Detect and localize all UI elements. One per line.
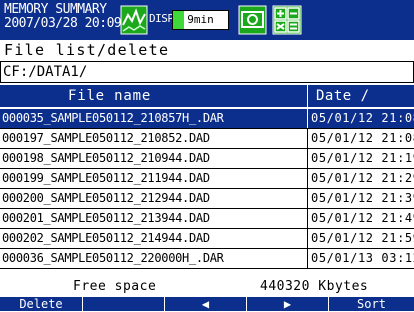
file-name: 000198_SAMPLE050112_210944.DAD bbox=[2, 151, 210, 165]
free-space-label: Free space bbox=[73, 279, 157, 294]
file-name: 000202_SAMPLE050112_214944.DAD bbox=[2, 231, 210, 245]
display-mode-icon[interactable] bbox=[120, 5, 148, 35]
file-date: 05/01/12 21:49 bbox=[311, 211, 414, 225]
memory-remaining-bar: 9min bbox=[172, 10, 229, 30]
column-divider bbox=[307, 169, 308, 188]
column-divider bbox=[307, 85, 308, 107]
status-header: MEMORY SUMMARY 2007/03/28 20:09:25 DISP … bbox=[0, 0, 414, 40]
free-space-value: 440320 Kbytes bbox=[260, 279, 369, 294]
remaining-time: 9min bbox=[187, 13, 214, 26]
file-row[interactable]: 000036_SAMPLE050112_220000H_.DAR 05/01/13… bbox=[0, 249, 414, 269]
file-date: 05/01/13 03:12 bbox=[311, 251, 414, 265]
file-row[interactable]: 000197_SAMPLE050112_210852.DAD 05/01/12 2… bbox=[0, 129, 414, 149]
column-divider bbox=[307, 209, 308, 228]
file-name: 000036_SAMPLE050112_220000H_.DAR bbox=[2, 251, 224, 265]
file-date: 05/01/12 21:39 bbox=[311, 191, 414, 205]
file-row[interactable]: 000199_SAMPLE050112_211944.DAD 05/01/12 2… bbox=[0, 169, 414, 189]
column-divider bbox=[307, 129, 308, 148]
file-date: 05/01/12 21:19 bbox=[311, 151, 414, 165]
column-divider bbox=[307, 149, 308, 168]
column-divider bbox=[307, 229, 308, 248]
file-date: 05/01/12 21:59 bbox=[311, 231, 414, 245]
file-list: 000035_SAMPLE050112_210857H_.DAR 05/01/12… bbox=[0, 109, 414, 269]
softkey-bar: Delete ◀ ▶ Sort bbox=[0, 297, 414, 311]
column-file-name: File name bbox=[68, 88, 152, 104]
delete-softkey[interactable]: Delete bbox=[0, 297, 82, 311]
file-name: 000197_SAMPLE050112_210852.DAD bbox=[2, 131, 210, 145]
file-row[interactable]: 000202_SAMPLE050112_214944.DAD 05/01/12 2… bbox=[0, 229, 414, 249]
disp-label: DISP bbox=[149, 12, 174, 25]
calculator-icon[interactable] bbox=[272, 5, 302, 35]
file-row[interactable]: 000200_SAMPLE050112_212944.DAD 05/01/12 2… bbox=[0, 189, 414, 209]
file-row[interactable]: 000035_SAMPLE050112_210857H_.DAR 05/01/12… bbox=[0, 109, 414, 129]
column-divider bbox=[307, 109, 308, 128]
column-divider bbox=[307, 189, 308, 208]
file-date: 05/01/12 21:08 bbox=[311, 131, 414, 145]
next-page-softkey[interactable]: ▶ bbox=[246, 297, 328, 311]
column-divider bbox=[307, 249, 308, 268]
file-name: 000199_SAMPLE050112_211944.DAD bbox=[2, 171, 210, 185]
current-path: CF:/DATA1/ bbox=[0, 61, 414, 83]
sort-softkey[interactable]: Sort bbox=[328, 297, 414, 311]
file-name: 000201_SAMPLE050112_213944.DAD bbox=[2, 211, 210, 225]
file-row[interactable]: 000201_SAMPLE050112_213944.DAD 05/01/12 2… bbox=[0, 209, 414, 229]
blank-softkey bbox=[82, 297, 164, 311]
snapshot-icon[interactable] bbox=[238, 5, 267, 35]
file-date: 05/01/12 21:29 bbox=[311, 171, 414, 185]
free-space: Free space 440320 Kbytes bbox=[0, 277, 414, 297]
prev-page-softkey[interactable]: ◀ bbox=[164, 297, 246, 311]
section-title: File list/delete bbox=[0, 40, 414, 61]
file-row[interactable]: 000198_SAMPLE050112_210944.DAD 05/01/12 2… bbox=[0, 149, 414, 169]
file-date: 05/01/12 21:08 bbox=[311, 111, 414, 125]
file-name: 000035_SAMPLE050112_210857H_.DAR bbox=[2, 111, 224, 125]
file-name: 000200_SAMPLE050112_212944.DAD bbox=[2, 191, 210, 205]
file-list-header: File name Date / Time bbox=[0, 85, 414, 126]
